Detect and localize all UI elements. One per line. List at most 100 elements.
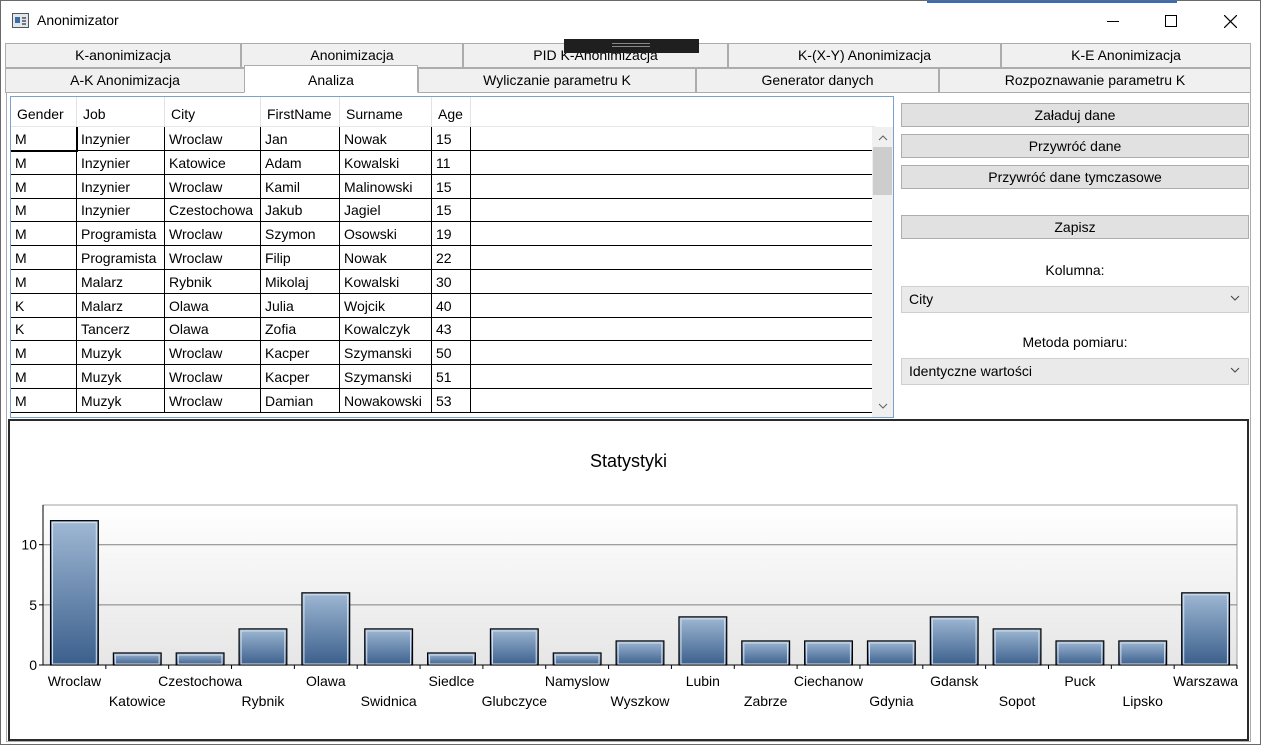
cell-city[interactable]: Wroclaw — [165, 174, 261, 199]
cell-surname[interactable]: Szymanski — [340, 365, 432, 389]
tab-k-e-anonimizacja[interactable]: K-E Anonimizacja — [1001, 43, 1251, 68]
cell-firstname[interactable]: Filip — [261, 246, 340, 270]
column-header-job[interactable]: Job — [77, 97, 165, 127]
cell-job[interactable]: Muzyk — [77, 388, 165, 413]
cell-firstname[interactable]: Adam — [261, 150, 340, 175]
cell-job[interactable]: Muzyk — [77, 341, 165, 366]
cell-age[interactable]: 15 — [432, 127, 471, 151]
cell-age[interactable]: 50 — [432, 341, 471, 366]
cell-job[interactable]: Muzyk — [77, 365, 165, 389]
restore-temp-data-button[interactable]: Przywróć dane tymczasowe — [901, 165, 1249, 189]
table-row[interactable]: M Muzyk Wroclaw Kacper Szymanski 50 — [11, 341, 873, 366]
tab-wyliczanie-parametru-k[interactable]: Wyliczanie parametru K — [418, 68, 696, 93]
cell-job[interactable]: Inzynier — [77, 198, 165, 223]
cell-firstname[interactable]: Kacper — [261, 365, 340, 389]
load-data-button[interactable]: Załaduj dane — [901, 103, 1249, 127]
scroll-down-button[interactable] — [872, 397, 893, 415]
cell-firstname[interactable]: Julia — [261, 293, 340, 318]
table-row[interactable]: M Inzynier Katowice Adam Kowalski 11 — [11, 150, 873, 175]
cell-city[interactable]: Wroclaw — [165, 388, 261, 413]
cell-job[interactable]: Inzynier — [77, 174, 165, 199]
cell-surname[interactable]: Nowak — [340, 246, 432, 270]
cell-gender[interactable]: M — [11, 341, 77, 366]
cell-gender[interactable]: M — [11, 150, 77, 175]
cell-gender[interactable]: K — [11, 293, 77, 318]
tab-k-anonimizacja[interactable]: K-anonimizacja — [5, 43, 241, 68]
table-row[interactable]: M Programista Wroclaw Filip Nowak 22 — [11, 246, 873, 270]
cell-city[interactable]: Wroclaw — [165, 127, 261, 151]
cell-surname[interactable]: Nowakowski — [340, 388, 432, 413]
method-select[interactable]: Identyczne wartości — [901, 358, 1249, 385]
cell-job[interactable]: Tancerz — [77, 317, 165, 342]
cell-job[interactable]: Malarz — [77, 293, 165, 318]
cell-surname[interactable]: Osowski — [340, 222, 432, 247]
cell-city[interactable]: Wroclaw — [165, 365, 261, 389]
cell-age[interactable]: 51 — [432, 365, 471, 389]
table-row[interactable]: M Inzynier Wroclaw Kamil Malinowski 15 — [11, 174, 873, 199]
cell-gender[interactable]: M — [11, 246, 77, 270]
cell-city[interactable]: Czestochowa — [165, 198, 261, 223]
cell-firstname[interactable]: Szymon — [261, 222, 340, 247]
cell-age[interactable]: 15 — [432, 198, 471, 223]
cell-surname[interactable]: Kowalski — [340, 150, 432, 175]
grid-scrollbar[interactable] — [872, 127, 893, 417]
cell-age[interactable]: 53 — [432, 388, 471, 413]
table-row[interactable]: M Inzynier Czestochowa Jakub Jagiel 15 — [11, 198, 873, 223]
cell-surname[interactable]: Wojcik — [340, 293, 432, 318]
table-row[interactable]: M Programista Wroclaw Szymon Osowski 19 — [11, 222, 873, 247]
tab-generator-danych[interactable]: Generator danych — [696, 68, 939, 93]
column-header-gender[interactable]: Gender — [11, 97, 77, 127]
cell-age[interactable]: 11 — [432, 150, 471, 175]
cell-gender[interactable]: M — [11, 174, 77, 199]
cell-firstname[interactable]: Mikolaj — [261, 269, 340, 294]
cell-city[interactable]: Wroclaw — [165, 246, 261, 270]
cell-age[interactable]: 43 — [432, 317, 471, 342]
tab-analiza[interactable]: Analiza — [244, 65, 418, 93]
table-row[interactable]: M Malarz Rybnik Mikolaj Kowalski 30 — [11, 269, 873, 294]
cell-job[interactable]: Inzynier — [77, 150, 165, 175]
scroll-up-button[interactable] — [872, 129, 893, 147]
cell-gender[interactable]: M — [11, 198, 77, 223]
cell-job[interactable]: Inzynier — [77, 127, 165, 151]
cell-job[interactable]: Malarz — [77, 269, 165, 294]
cell-gender[interactable]: M — [11, 269, 77, 294]
cell-age[interactable]: 40 — [432, 293, 471, 318]
cell-gender[interactable]: M — [11, 222, 77, 247]
table-row[interactable]: K Malarz Olawa Julia Wojcik 40 — [11, 293, 873, 318]
column-select[interactable]: City — [901, 286, 1249, 313]
table-row[interactable]: M Muzyk Wroclaw Damian Nowakowski 53 — [11, 388, 873, 413]
cell-city[interactable]: Katowice — [165, 150, 261, 175]
cell-city[interactable]: Wroclaw — [165, 222, 261, 247]
cell-firstname[interactable]: Jan — [261, 127, 340, 151]
table-row[interactable]: M Inzynier Wroclaw Jan Nowak 15 — [11, 127, 873, 152]
data-grid[interactable]: Gender Job City FirstName Surname Age MI… — [10, 96, 894, 418]
cell-age[interactable]: 22 — [432, 246, 471, 270]
tab-a-k-anonimizacja[interactable]: A-K Anonimizacja — [5, 68, 245, 93]
cell-gender[interactable]: M — [11, 365, 77, 389]
column-header-firstname[interactable]: FirstName — [261, 97, 340, 127]
cell-age[interactable]: 19 — [432, 222, 471, 247]
close-button[interactable] — [1200, 1, 1260, 41]
cell-surname[interactable]: Szymanski — [340, 341, 432, 366]
cell-job[interactable]: Programista — [77, 246, 165, 270]
cell-city[interactable]: Olawa — [165, 293, 261, 318]
table-row[interactable]: K Tancerz Olawa Zofia Kowalczyk 43 — [11, 317, 873, 342]
title-bar[interactable]: Anonimizator — [1, 1, 1260, 41]
cell-gender[interactable]: M — [11, 127, 78, 152]
cell-city[interactable]: Rybnik — [165, 269, 261, 294]
save-button[interactable]: Zapisz — [901, 215, 1249, 239]
cell-gender[interactable]: M — [11, 388, 77, 413]
cell-surname[interactable]: Kowalski — [340, 269, 432, 294]
scroll-thumb[interactable] — [873, 147, 892, 195]
tab-rozpoznawanie-parametru-k[interactable]: Rozpoznawanie parametru K — [939, 68, 1251, 93]
column-header-surname[interactable]: Surname — [340, 97, 432, 127]
cell-firstname[interactable]: Kacper — [261, 341, 340, 366]
table-row[interactable]: M Muzyk Wroclaw Kacper Szymanski 51 — [11, 365, 873, 389]
column-header-age[interactable]: Age — [432, 97, 471, 127]
drag-handle[interactable] — [564, 39, 699, 53]
cell-firstname[interactable]: Damian — [261, 388, 340, 413]
cell-surname[interactable]: Nowak — [340, 127, 432, 151]
cell-age[interactable]: 15 — [432, 174, 471, 199]
cell-firstname[interactable]: Jakub — [261, 198, 340, 223]
cell-surname[interactable]: Malinowski — [340, 174, 432, 199]
